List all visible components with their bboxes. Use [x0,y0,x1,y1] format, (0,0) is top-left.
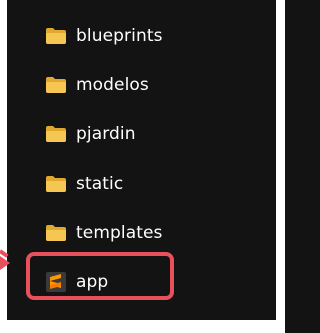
arrow-head-icon [0,256,10,270]
item-label: blueprints [76,26,163,46]
item-label: static [76,174,124,194]
folder-icon [45,124,67,144]
folder-icon [45,223,67,243]
list-item-pjardin[interactable]: pjardin [45,122,136,146]
list-item-templates[interactable]: templates [45,221,163,245]
item-label: pjardin [76,124,136,144]
list-item-blueprints[interactable]: blueprints [45,24,163,48]
folder-icon [45,174,67,194]
highlight-box [26,252,174,300]
folder-icon [45,26,67,46]
bottom-border [0,320,285,333]
list-item-modelos[interactable]: modelos [45,73,149,97]
left-border [0,0,7,333]
item-label: templates [76,223,163,243]
item-label: modelos [76,75,149,95]
right-border [276,0,285,333]
folder-icon [45,75,67,95]
list-item-static[interactable]: static [45,172,123,196]
